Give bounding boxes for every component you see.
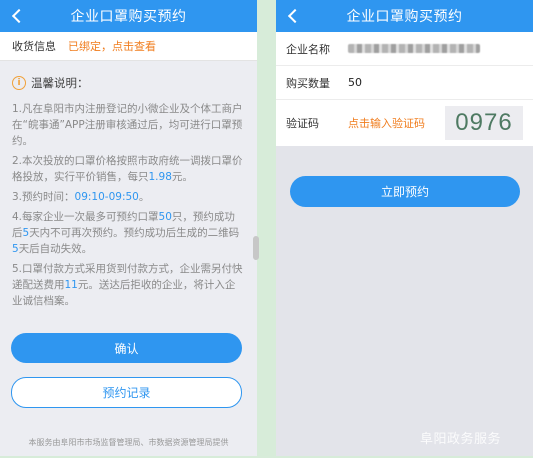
notice-item-5: 5.口罩付款方式采用货到付款方式，企业需另付快递配送费用11元。送达后拒收的企业…	[12, 263, 243, 307]
delivery-fee: 11	[64, 279, 78, 291]
info-circle-icon: i	[12, 76, 26, 90]
page-title: 企业口罩购买预约	[346, 9, 463, 25]
company-name-row: 企业名称	[276, 32, 533, 66]
captcha-label: 验证码	[286, 117, 319, 130]
notice-section: i 温馨说明： 1.凡在阜阳市内注册登记的小微企业及个体工商户在“皖事通”APP…	[0, 61, 257, 309]
address-label: 收货信息	[12, 40, 56, 53]
captcha-image[interactable]: 0976	[445, 106, 523, 140]
company-name-label: 企业名称	[286, 42, 330, 56]
watermark: 阜阳政务服务	[420, 432, 502, 447]
price-value: 1.98	[148, 171, 172, 183]
reservation-records-button[interactable]: 预约记录	[11, 377, 242, 408]
split-handle	[253, 236, 259, 260]
quantity-row: 购买数量 50	[276, 66, 533, 100]
notice-item-3: 3.预约时间：09:10-09:50。	[12, 191, 150, 203]
back-icon[interactable]	[10, 0, 28, 32]
left-navbar: 企业口罩购买预约	[0, 0, 257, 32]
address-status-link[interactable]: 已绑定，点击查看	[68, 38, 156, 54]
confirm-button[interactable]: 确认	[11, 333, 242, 363]
quantity-label: 购买数量	[286, 76, 330, 90]
notice-item-2: 2.本次投放的口罩价格按照市政府统一调拨口罩价格投放，实行平价销售，每只1.98…	[12, 155, 243, 183]
reservation-time: 09:10-09:50	[74, 191, 139, 203]
right-navbar: 企业口罩购买预约	[276, 0, 533, 32]
notice-header: i 温馨说明：	[12, 75, 245, 91]
back-icon[interactable]	[286, 0, 304, 32]
qr-expire-days: 5	[12, 243, 19, 255]
notice-item-1: 1.凡在阜阳市内注册登记的小微企业及个体工商户在“皖事通”APP注册审核通过后，…	[12, 103, 243, 147]
max-quantity: 50	[158, 211, 172, 223]
reserve-now-button[interactable]: 立即预约	[290, 176, 520, 207]
quantity-value: 50	[348, 76, 362, 89]
left-screen: 企业口罩购买预约 收货信息 已绑定，点击查看 i 温馨说明： 1.凡在阜阳市内注…	[0, 0, 257, 456]
captcha-input[interactable]: 点击输入验证码	[348, 115, 445, 131]
notice-title: 温馨说明：	[31, 76, 89, 90]
footer-note: 本服务由阜阳市市场监督管理局、市数据资源管理局提供	[28, 438, 229, 447]
company-name-value-redacted	[348, 44, 480, 53]
address-row[interactable]: 收货信息 已绑定，点击查看	[0, 32, 257, 61]
right-screen: 企业口罩购买预约 企业名称 购买数量 50 验证码 点击输入验证码 0976 立…	[276, 0, 533, 456]
captcha-row: 验证码 点击输入验证码 0976	[276, 100, 533, 146]
page-title: 企业口罩购买预约	[70, 9, 187, 25]
notice-item-4: 4.每家企业一次最多可预约口罩50只，预约成功后5天内不可再次预约。预约成功后生…	[12, 211, 240, 255]
